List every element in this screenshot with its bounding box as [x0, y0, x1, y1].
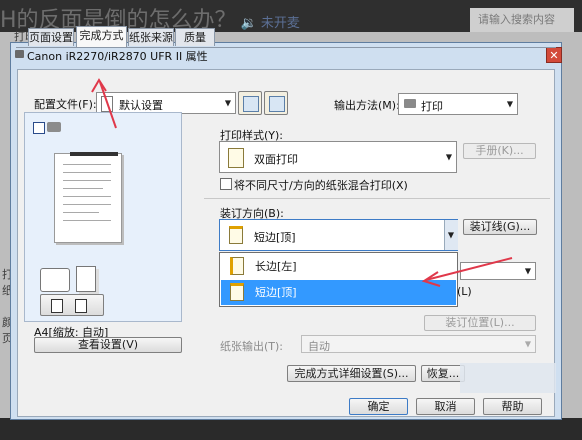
- annotation-arrows: [91, 78, 513, 287]
- annotation-arrow-tab: [99, 81, 117, 129]
- annotation-arrow-option: [425, 257, 513, 281]
